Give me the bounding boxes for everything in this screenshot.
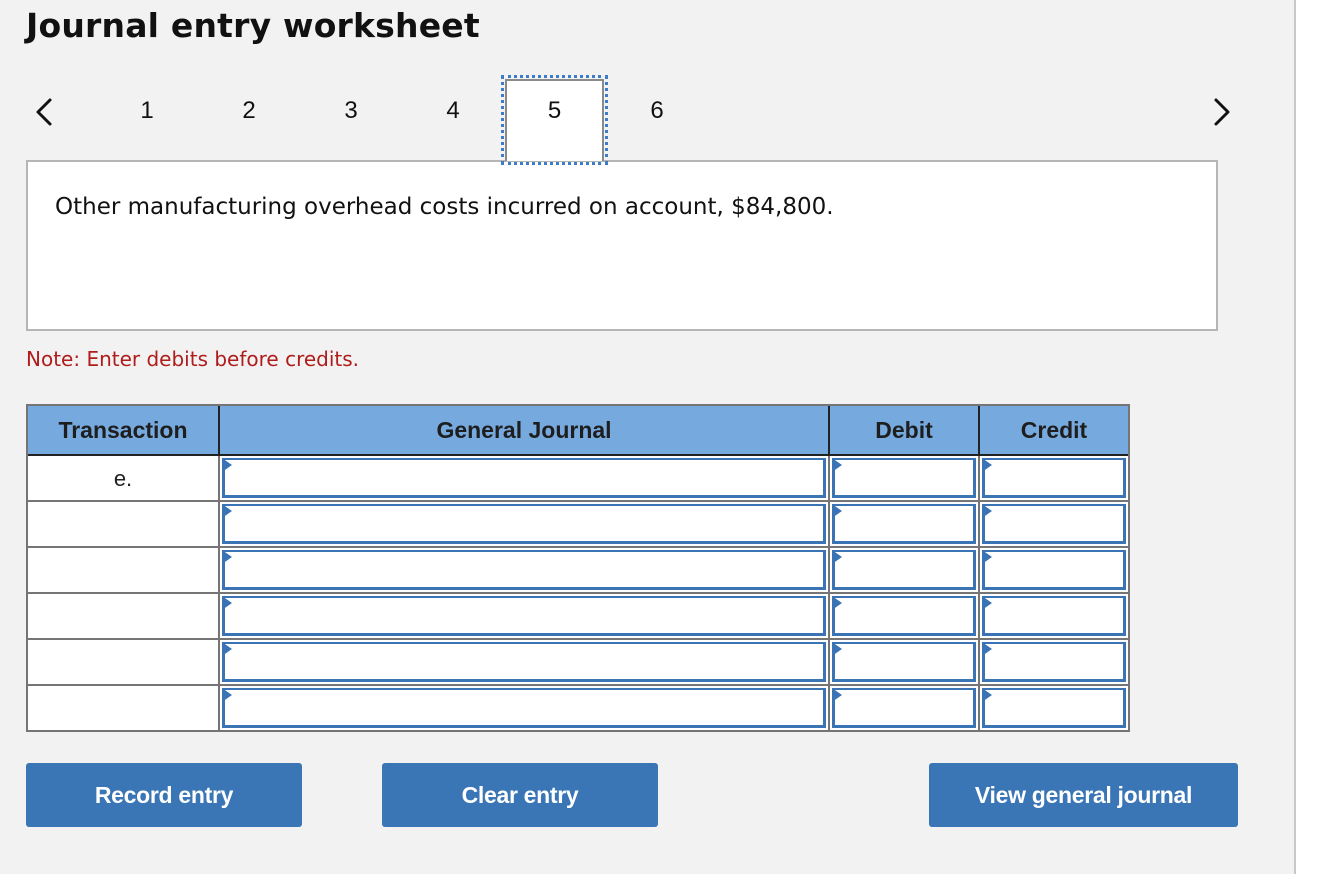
input-marker-icon xyxy=(982,550,992,564)
step-tab-1[interactable]: 1 xyxy=(127,96,167,126)
debit-cell[interactable] xyxy=(830,594,980,638)
credit-input[interactable] xyxy=(982,458,1126,498)
input-marker-icon xyxy=(832,550,842,564)
credit-input[interactable] xyxy=(982,504,1126,544)
table-header: Transaction General Journal Debit Credit xyxy=(28,406,1128,456)
header-general-journal: General Journal xyxy=(220,406,830,454)
credit-input[interactable] xyxy=(982,642,1126,682)
header-debit: Debit xyxy=(830,406,980,454)
input-marker-icon xyxy=(832,504,842,518)
transaction-cell: e. xyxy=(28,456,220,500)
header-transaction: Transaction xyxy=(28,406,220,454)
credit-cell[interactable] xyxy=(980,640,1128,684)
debit-cell[interactable] xyxy=(830,456,980,500)
input-marker-icon xyxy=(982,504,992,518)
debit-input[interactable] xyxy=(832,688,976,728)
debit-input[interactable] xyxy=(832,596,976,636)
table-row xyxy=(28,502,1128,548)
debit-input[interactable] xyxy=(832,458,976,498)
credit-input[interactable] xyxy=(982,550,1126,590)
input-marker-icon xyxy=(982,458,992,472)
account-dropdown-input[interactable] xyxy=(222,596,826,636)
input-marker-icon xyxy=(832,596,842,610)
input-marker-icon xyxy=(982,688,992,702)
dropdown-marker-icon xyxy=(222,642,232,656)
dropdown-marker-icon xyxy=(222,458,232,472)
clear-entry-button[interactable]: Clear entry xyxy=(382,763,658,827)
input-marker-icon xyxy=(832,458,842,472)
page-title: Journal entry worksheet xyxy=(26,6,480,45)
credit-cell[interactable] xyxy=(980,456,1128,500)
debit-cell[interactable] xyxy=(830,502,980,546)
credit-cell[interactable] xyxy=(980,548,1128,592)
general-journal-cell[interactable] xyxy=(220,686,830,730)
input-marker-icon xyxy=(832,688,842,702)
general-journal-cell[interactable] xyxy=(220,594,830,638)
account-dropdown-input[interactable] xyxy=(222,688,826,728)
view-general-journal-button[interactable]: View general journal xyxy=(929,763,1238,827)
table-row xyxy=(28,686,1128,730)
account-dropdown-input[interactable] xyxy=(222,550,826,590)
account-dropdown-input[interactable] xyxy=(222,642,826,682)
dropdown-marker-icon xyxy=(222,688,232,702)
debit-cell[interactable] xyxy=(830,640,980,684)
prev-step-button[interactable] xyxy=(30,94,58,130)
next-step-button[interactable] xyxy=(1208,94,1236,130)
credit-cell[interactable] xyxy=(980,502,1128,546)
journal-entry-table: Transaction General Journal Debit Credit… xyxy=(26,404,1130,732)
general-journal-cell[interactable] xyxy=(220,548,830,592)
header-credit: Credit xyxy=(1020,416,1088,443)
debit-input[interactable] xyxy=(832,550,976,590)
account-dropdown-input[interactable] xyxy=(222,504,826,544)
worksheet-panel: Journal entry worksheet 1 2 3 4 5 6 Othe… xyxy=(0,0,1296,874)
input-marker-icon xyxy=(982,596,992,610)
dropdown-marker-icon xyxy=(222,596,232,610)
step-tab-3[interactable]: 3 xyxy=(331,96,371,126)
general-journal-cell[interactable] xyxy=(220,502,830,546)
input-marker-icon xyxy=(832,642,842,656)
step-tab-2[interactable]: 2 xyxy=(229,96,269,126)
step-tab-6[interactable]: 6 xyxy=(637,96,677,126)
transaction-cell xyxy=(28,594,220,638)
transaction-cell xyxy=(28,548,220,592)
dropdown-marker-icon xyxy=(222,550,232,564)
table-row xyxy=(28,594,1128,640)
debit-cell[interactable] xyxy=(830,548,980,592)
debit-cell[interactable] xyxy=(830,686,980,730)
transaction-cell xyxy=(28,502,220,546)
step-tab-4[interactable]: 4 xyxy=(433,96,473,126)
table-row xyxy=(28,548,1128,594)
entry-note: Note: Enter debits before credits. xyxy=(26,347,360,371)
general-journal-cell[interactable] xyxy=(220,456,830,500)
table-row: e. xyxy=(28,456,1128,502)
general-journal-cell[interactable] xyxy=(220,640,830,684)
chevron-right-icon xyxy=(1214,98,1230,126)
account-dropdown-input[interactable] xyxy=(222,458,826,498)
transaction-description: Other manufacturing overhead costs incur… xyxy=(55,194,834,220)
credit-input[interactable] xyxy=(982,688,1126,728)
dropdown-marker-icon xyxy=(222,504,232,518)
table-row xyxy=(28,640,1128,686)
step-tab-5-active[interactable]: 5 xyxy=(501,75,608,165)
chevron-left-icon xyxy=(36,98,52,126)
debit-input[interactable] xyxy=(832,642,976,682)
record-entry-button[interactable]: Record entry xyxy=(26,763,302,827)
credit-cell[interactable] xyxy=(980,686,1128,730)
transaction-description-box: Other manufacturing overhead costs incur… xyxy=(26,160,1218,331)
transaction-cell xyxy=(28,640,220,684)
credit-cell[interactable] xyxy=(980,594,1128,638)
credit-input[interactable] xyxy=(982,596,1126,636)
input-marker-icon xyxy=(982,642,992,656)
debit-input[interactable] xyxy=(832,504,976,544)
transaction-cell xyxy=(28,686,220,730)
